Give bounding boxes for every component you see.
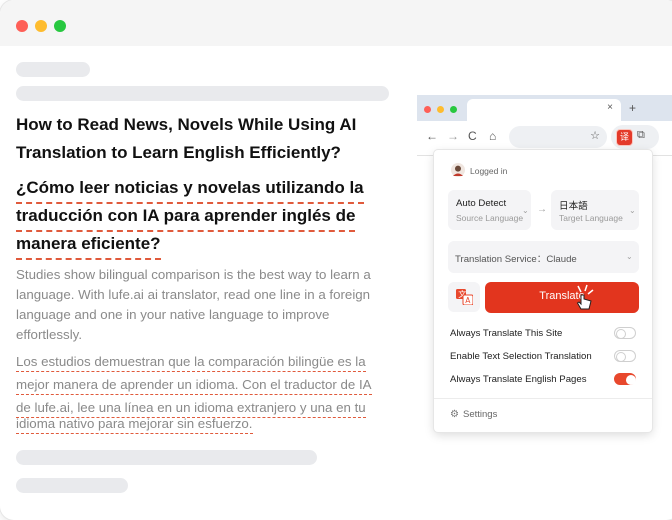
body-es-line-1: Los estudios demuestran que la comparaci… xyxy=(16,353,366,372)
settings-label: Settings xyxy=(463,409,498,420)
source-language-select[interactable]: Auto Detect Source Language ⌄ xyxy=(448,190,531,230)
toggle-label: Always Translate This Site xyxy=(450,328,563,339)
address-bar[interactable]: ☆ xyxy=(509,126,607,148)
translation-service-label: Translation Service：Claude xyxy=(455,254,577,265)
always-translate-english-toggle[interactable] xyxy=(614,373,636,385)
body-en-line-3: language and one in your native language… xyxy=(16,307,330,322)
maximize-window-icon[interactable] xyxy=(450,106,457,113)
article-title-es-line-1: ¿Cómo leer noticias y novelas utilizando… xyxy=(16,174,364,204)
body-es-line-4: idioma nativo para mejorar sin esfuerzo. xyxy=(16,415,253,434)
maximize-window-icon[interactable] xyxy=(54,20,66,32)
translate-button[interactable]: Translate xyxy=(485,282,639,313)
toggle-label: Always Translate English Pages xyxy=(450,374,587,385)
translate-icon: 文 A xyxy=(456,289,473,305)
bookmark-star-icon[interactable]: ☆ xyxy=(590,129,600,142)
always-translate-site-toggle[interactable] xyxy=(614,327,636,339)
body-en-line-4: effortlessly. xyxy=(16,327,83,342)
title-bar xyxy=(0,0,672,46)
mini-browser: × + ← → C ⌂ ☆ 译 ⧉ xyxy=(417,95,672,156)
close-window-icon[interactable] xyxy=(424,106,431,113)
text-selection-translation-toggle[interactable] xyxy=(614,350,636,362)
reload-icon[interactable]: C xyxy=(468,129,477,143)
chevron-down-icon: ⌄ xyxy=(522,206,529,215)
arrow-right-icon: → xyxy=(537,204,547,215)
forward-icon[interactable]: → xyxy=(447,129,459,143)
login-status: Logged in xyxy=(470,166,508,176)
translate-mode-button[interactable]: 文 A xyxy=(448,282,480,312)
avatar xyxy=(451,163,465,177)
source-language-label: Source Language xyxy=(456,213,524,223)
skeleton-line xyxy=(16,478,128,493)
minimize-window-icon[interactable] xyxy=(35,20,47,32)
pointer-cursor-icon xyxy=(576,284,594,310)
body-en-line-1: Studies show bilingual comparison is the… xyxy=(16,267,371,282)
tab-close-icon[interactable]: × xyxy=(607,102,613,113)
source-language-value: Auto Detect xyxy=(456,198,507,209)
toggle-knob xyxy=(616,329,626,339)
toggle-knob xyxy=(626,375,636,385)
skeleton-line xyxy=(16,450,317,465)
gear-icon: ⚙ xyxy=(450,409,459,420)
chevron-down-icon: ⌄ xyxy=(629,206,636,215)
puzzle-icon[interactable]: ⧉ xyxy=(637,129,645,142)
home-icon[interactable]: ⌂ xyxy=(489,129,496,143)
skeleton-line xyxy=(16,62,90,77)
extensions-area: 译 ⧉ xyxy=(611,125,659,149)
target-language-value: 日本語 xyxy=(559,201,588,212)
body-en-line-2: language. With lufe.ai ai translator, re… xyxy=(16,287,371,302)
divider xyxy=(434,398,652,399)
article-title-es-line-3: manera eficiente? xyxy=(16,230,161,260)
back-icon[interactable]: ← xyxy=(426,129,438,143)
translate-button-label: Translate xyxy=(539,290,585,302)
target-language-select[interactable]: 日本語 Target Language ⌄ xyxy=(551,190,639,230)
close-window-icon[interactable] xyxy=(16,20,28,32)
chevron-down-icon: ⌄ xyxy=(626,252,633,261)
minimize-window-icon[interactable] xyxy=(437,106,444,113)
browser-tab[interactable]: × xyxy=(467,99,621,121)
toggle-label: Enable Text Selection Translation xyxy=(450,351,592,362)
toggle-knob xyxy=(616,352,626,362)
target-language-label: Target Language xyxy=(559,213,623,223)
article-title-en-line-2: Translation to Learn English Efficiently… xyxy=(16,143,341,162)
article-title-en-line-1: How to Read News, Novels While Using AI xyxy=(16,115,357,134)
svg-text:A: A xyxy=(465,296,471,305)
article-title-es-line-2: traducción con IA para aprender inglés d… xyxy=(16,202,356,232)
translator-extension-icon[interactable]: 译 xyxy=(616,129,633,146)
new-tab-icon[interactable]: + xyxy=(629,101,636,115)
skeleton-line xyxy=(16,86,389,101)
translator-popup: Logged in Auto Detect Source Language ⌄ … xyxy=(434,150,652,432)
translation-service-select[interactable]: Translation Service：Claude ⌄ xyxy=(448,241,639,273)
body-es-line-2: mejor manera de aprender un idioma. Con … xyxy=(16,376,372,395)
